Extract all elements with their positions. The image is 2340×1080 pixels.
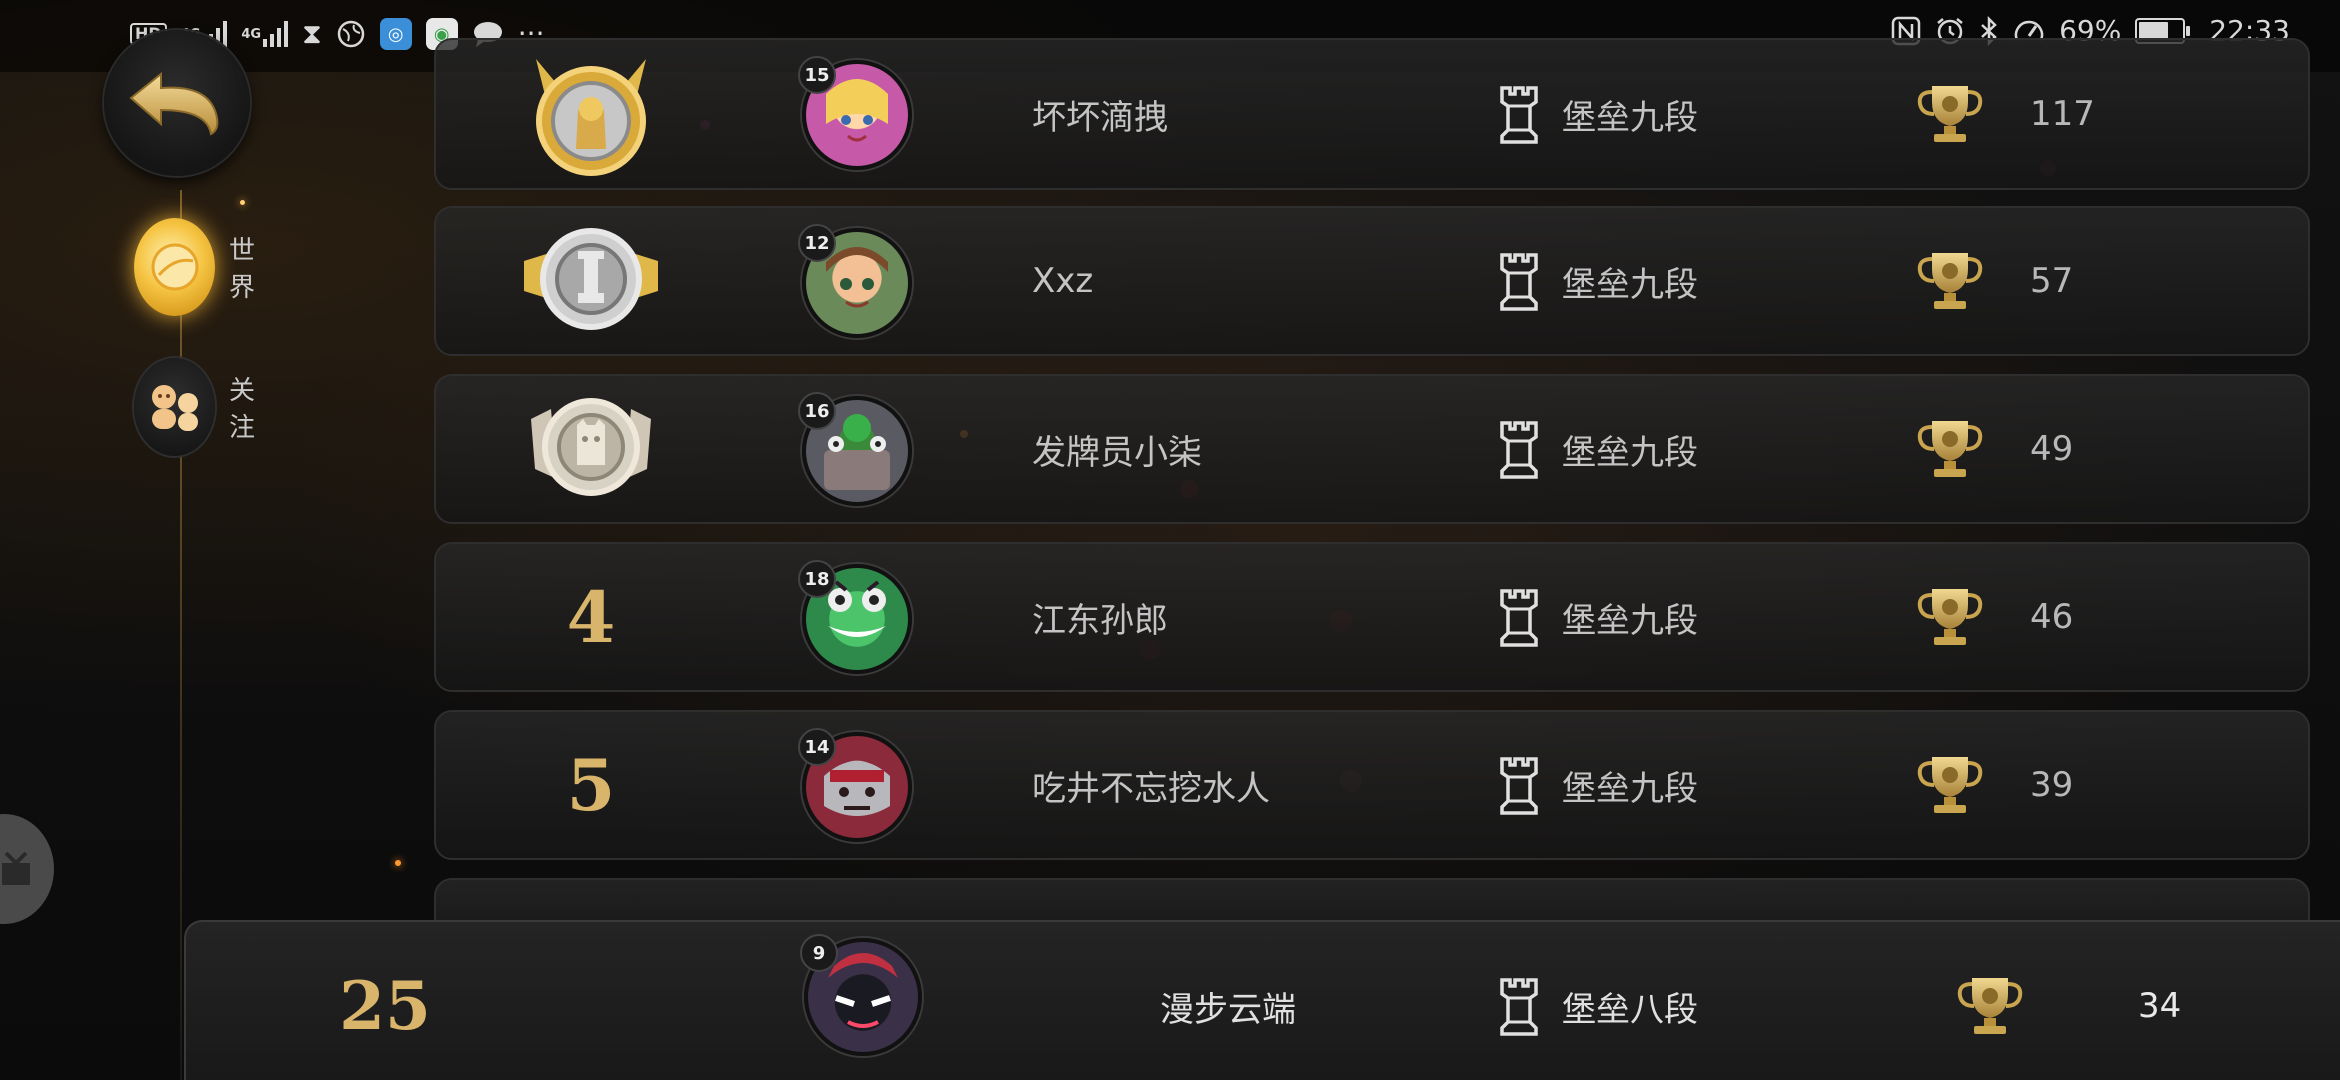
friends-icon [134, 358, 216, 456]
castle-tower-icon [1500, 757, 1538, 815]
rank-cell: 25 [270, 922, 500, 1080]
player-avatar[interactable]: 15 [798, 56, 912, 170]
nav-item-follow[interactable]: 关注 [134, 358, 272, 456]
trophy-icon [1917, 757, 1983, 813]
level-badge: 14 [798, 728, 836, 766]
trophy-count: 117 [2030, 94, 2095, 134]
my-tier-name: 堡垒八段 [1562, 989, 1698, 1030]
level-badge: 9 [800, 934, 838, 972]
ranking-row[interactable]: 12 Xxz 堡垒九段 57 [434, 206, 2310, 356]
tier-name: 堡垒九段 [1562, 600, 1698, 641]
player-avatar[interactable]: 18 [798, 560, 912, 674]
rank-cell: 4 [476, 544, 706, 690]
rank-number: 5 [566, 743, 616, 827]
castle-tower-icon [1500, 253, 1538, 311]
trophy-count: 39 [2030, 765, 2074, 805]
ranking-row[interactable]: 15 坏坏滴拽 堡垒九段 117 [434, 38, 2310, 190]
player-name: 江东孙郎 [1032, 600, 1168, 641]
castle-tower-icon [1500, 421, 1538, 479]
trophy-count: 57 [2030, 261, 2074, 301]
bronze-medal-icon [531, 398, 651, 496]
level-badge: 12 [798, 224, 836, 262]
player-name: 发牌员小柒 [1032, 432, 1202, 473]
my-avatar[interactable]: 9 [800, 934, 922, 1056]
tier-name: 堡垒九段 [1562, 432, 1698, 473]
level-badge: 15 [798, 56, 836, 94]
network-type-label: 4G [241, 26, 262, 42]
nav-label-follow: 关注 [229, 376, 256, 443]
trophy-icon [1917, 253, 1983, 309]
my-rank-number: 25 [339, 967, 431, 1045]
world-globe-icon [134, 218, 216, 316]
gift-icon [2, 851, 30, 885]
tier-name: 堡垒九段 [1562, 768, 1698, 809]
my-trophy-count: 34 [2138, 986, 2182, 1026]
nav-label-world: 世界 [229, 236, 256, 303]
rank-cell [476, 208, 706, 354]
rank-cell [476, 376, 706, 522]
back-button[interactable] [104, 30, 250, 176]
trophy-icon [1917, 86, 1983, 142]
ranking-row[interactable]: 4 18 江东孙郎 堡垒九段 46 [434, 542, 2310, 692]
level-badge: 16 [798, 392, 836, 430]
trophy-icon [1957, 978, 2023, 1034]
castle-tower-icon [1500, 589, 1538, 647]
ranking-row[interactable]: 16 发牌员小柒 堡垒九段 49 [434, 374, 2310, 524]
player-name: Xxz [1032, 261, 1094, 301]
rank-cell [476, 40, 706, 188]
background-spark [240, 200, 245, 205]
trophy-count: 46 [2030, 597, 2074, 637]
castle-tower-icon [1500, 86, 1538, 144]
hourglass-icon: ⧗ [302, 17, 322, 50]
trophy-icon [1917, 589, 1983, 645]
gold-medal-icon [536, 59, 646, 176]
trophy-icon [1917, 421, 1983, 477]
player-name: 吃井不忘挖水人 [1032, 768, 1270, 809]
app-icon: ◎ [379, 18, 412, 50]
nav-item-world[interactable]: 世界 [134, 218, 272, 316]
tier-name: 堡垒九段 [1562, 264, 1698, 305]
level-badge: 18 [798, 560, 836, 598]
signal-icon: 4G [241, 21, 289, 47]
my-player-name: 漫步云端 [1160, 989, 1296, 1030]
castle-tower-icon [1500, 978, 1538, 1036]
tier-name: 堡垒九段 [1562, 97, 1698, 138]
trophy-count: 49 [2030, 429, 2074, 469]
player-name: 坏坏滴拽 [1032, 97, 1168, 138]
ranking-row[interactable]: 5 14 吃井不忘挖水人 堡垒九段 39 [434, 710, 2310, 860]
rank-number: 4 [566, 575, 616, 659]
player-avatar[interactable]: 14 [798, 728, 912, 842]
globe-icon [336, 19, 366, 49]
my-ranking-row[interactable]: 25 9 漫步云端 堡垒八段 34 [184, 920, 2340, 1080]
rank-cell: 5 [476, 712, 706, 858]
leaderboard-screen: HD 4G 4G ⧗ ◎ ◉ ··· [0, 0, 2340, 1080]
background-spark [395, 860, 401, 866]
back-arrow-icon [129, 71, 219, 136]
nav-divider [180, 190, 182, 1080]
player-avatar[interactable]: 12 [798, 224, 912, 338]
player-avatar[interactable]: 16 [798, 392, 912, 506]
silver-medal-icon [524, 228, 658, 330]
